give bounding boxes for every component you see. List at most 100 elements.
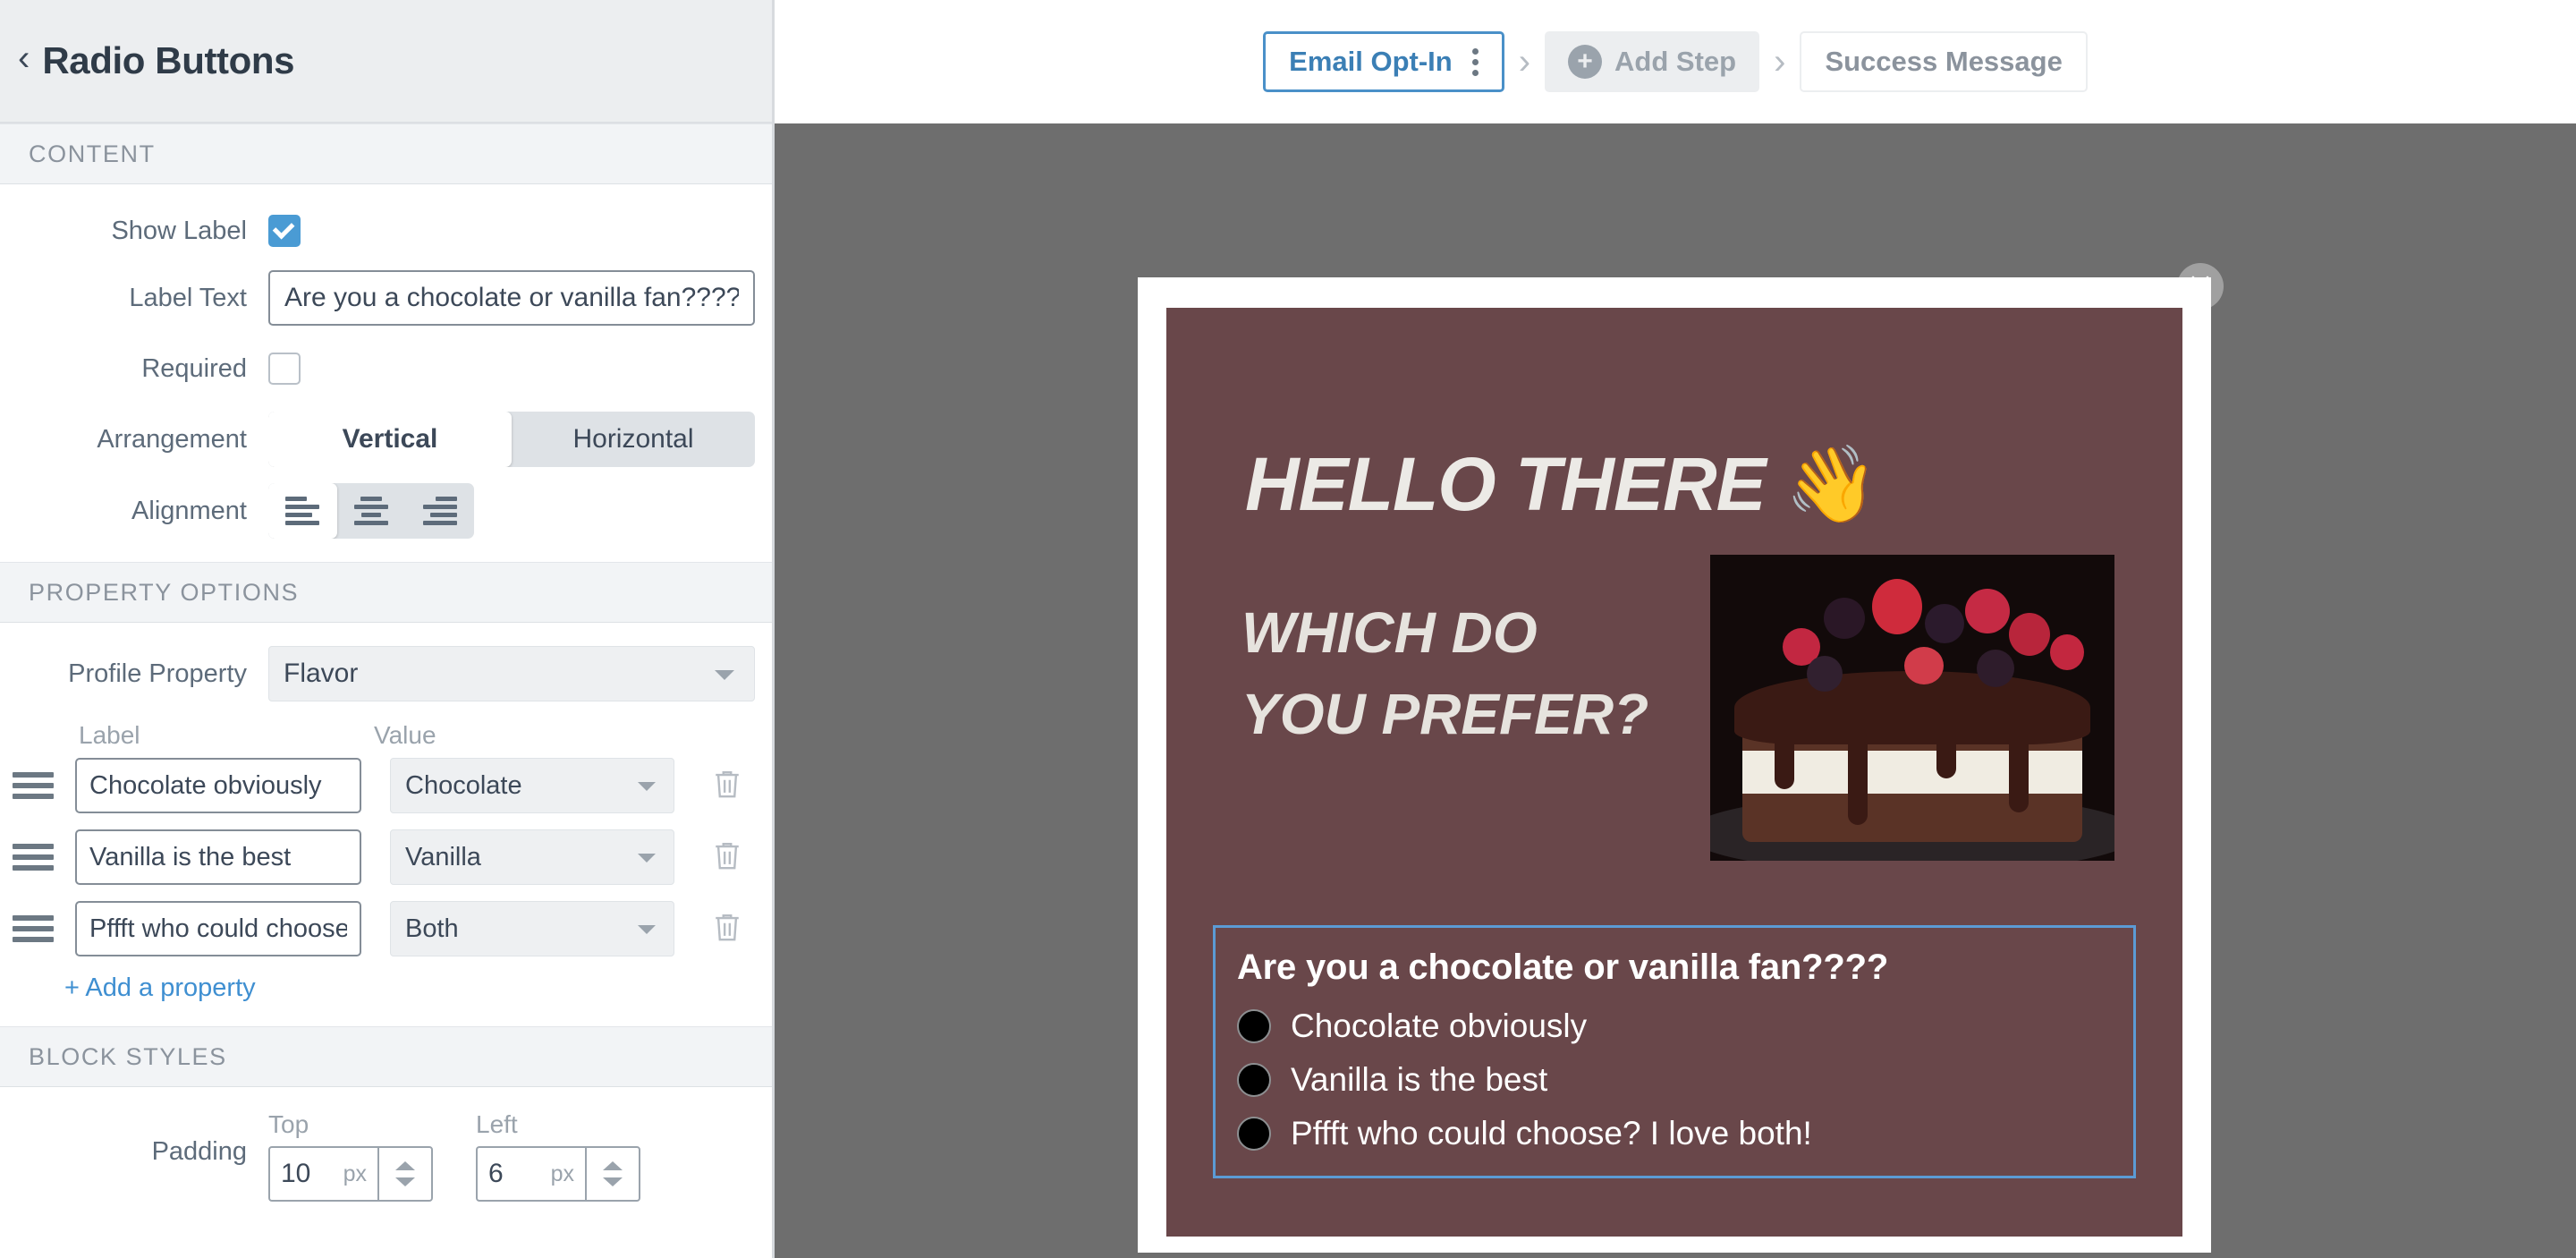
chevron-up-icon[interactable] [603,1161,623,1170]
show-label-checkbox[interactable] [268,215,301,247]
required-checkbox[interactable] [268,353,301,385]
step-separator-icon: › [1518,41,1531,81]
row-arrangement: Arrangement Vertical Horizontal [0,412,772,467]
kebab-menu-icon[interactable] [1471,47,1479,76]
property-value-select[interactable]: Both [390,901,674,956]
property-label-input[interactable] [75,829,361,885]
padding-left-caption: Left [476,1110,518,1138]
step-email-opt-in[interactable]: Email Opt-In [1263,31,1504,92]
chevron-left-icon[interactable]: ‹ [13,40,42,81]
property-row: Both [0,893,772,965]
add-property-link[interactable]: + Add a property [0,965,772,1026]
section-header-block-styles: BLOCK STYLES [0,1026,772,1087]
section-header-content: CONTENT [0,123,772,184]
step-separator-icon: › [1774,41,1786,81]
padding-label: Padding [151,1137,247,1166]
show-label-label: Show Label [111,216,247,245]
chevron-down-icon [638,854,656,863]
padding-top-caption: Top [268,1110,309,1138]
chevron-up-icon[interactable] [395,1161,415,1170]
property-value-select[interactable]: Chocolate [390,758,674,813]
step-success-message[interactable]: Success Message [1800,31,2088,92]
close-icon[interactable]: ✕ [2177,263,2224,310]
radio-option-label: Pffft who could choose? I love both! [1291,1115,1812,1152]
profile-property-value: Flavor [284,659,359,688]
padding-left-arrows[interactable] [585,1146,640,1202]
padding-left-stepper: 6 px [476,1146,640,1202]
radio-option[interactable]: Pffft who could choose? I love both! [1237,1115,2112,1152]
padding-top-stepper: 10 px [268,1146,433,1202]
row-label-text: Label Text [0,270,772,326]
steps-breadcrumb: Email Opt-In › + Add Step › Success Mess… [1263,31,2088,92]
trash-icon[interactable] [712,910,742,948]
popup-headline-text: HELLO THERE [1245,442,1767,526]
profile-property-select[interactable]: Flavor [268,646,755,701]
padding-left-value[interactable]: 6 [488,1159,504,1189]
radio-buttons-block[interactable]: Are you a chocolate or vanilla fan???? C… [1213,925,2136,1178]
property-value-text: Chocolate [405,770,522,800]
row-required: Required [0,342,772,395]
drag-handle-icon[interactable] [13,915,75,942]
chevron-down-icon [638,925,656,934]
align-right-button[interactable] [405,483,474,539]
align-center-button[interactable] [337,483,406,539]
preview-canvas: ✕ HELLO THERE 👋 WHICH DO YOU PREFER? Are… [775,123,2576,1258]
chevron-down-icon[interactable] [395,1177,415,1186]
required-label: Required [141,353,247,383]
label-text-label: Label Text [129,283,247,312]
step-label: Add Step [1614,46,1737,77]
radio-option[interactable]: Chocolate obviously [1237,1007,2112,1045]
padding-left-unit: px [550,1160,574,1186]
popup-headline: HELLO THERE 👋 [1245,440,1879,529]
property-table-header: Label Value [0,721,772,750]
page-title: Radio Buttons [42,39,295,81]
step-add-step[interactable]: + Add Step [1545,31,1760,92]
cake-image [1710,555,2114,861]
chevron-down-icon [715,670,734,680]
padding-top-value[interactable]: 10 [281,1159,310,1189]
popup-subheadline: WHICH DO YOU PREFER? [1241,600,1649,746]
property-value-text: Both [405,914,459,943]
section-label: BLOCK STYLES [29,1042,227,1070]
radio-question-label: Are you a chocolate or vanilla fan???? [1237,948,1889,987]
step-navigation-bar: Email Opt-In › + Add Step › Success Mess… [775,0,2576,123]
step-label: Email Opt-In [1289,46,1453,77]
property-label-input[interactable] [75,758,361,813]
padding-top-arrows[interactable] [377,1146,433,1202]
arrangement-label: Arrangement [97,424,247,454]
radio-dot-icon[interactable] [1237,1117,1271,1151]
step-label: Success Message [1825,46,2063,77]
section-header-property-options: PROPERTY OPTIONS [0,562,772,623]
property-label-input[interactable] [75,901,361,956]
chevron-down-icon [638,782,656,791]
radio-option[interactable]: Vanilla is the best [1237,1061,2112,1099]
radio-dot-icon[interactable] [1237,1063,1271,1097]
label-text-input[interactable] [268,270,755,326]
trash-icon[interactable] [712,838,742,877]
waving-hand-icon: 👋 [1784,442,1879,526]
padding-top-unit: px [343,1160,367,1186]
trash-icon[interactable] [712,767,742,805]
radio-dot-icon[interactable] [1237,1009,1271,1043]
drag-handle-icon[interactable] [13,772,75,799]
section-label: CONTENT [29,140,156,167]
arrangement-option-horizontal[interactable]: Horizontal [512,412,755,467]
column-header-value: Value [374,721,436,749]
popup-body: HELLO THERE 👋 WHICH DO YOU PREFER? Are y… [1166,308,2182,1237]
padding-top-group: Top 10 px [268,1110,433,1202]
radio-option-label: Chocolate obviously [1291,1007,1588,1044]
profile-property-label: Profile Property [68,659,247,688]
plus-circle-icon: + [1568,45,1603,79]
arrangement-option-vertical[interactable]: Vertical [268,412,512,467]
column-header-label: Label [79,721,140,749]
chevron-down-icon[interactable] [603,1177,623,1186]
align-left-button[interactable] [268,483,337,539]
drag-handle-icon[interactable] [13,844,75,871]
property-row: Chocolate [0,750,772,821]
arrangement-segmented-control: Vertical Horizontal [268,412,755,467]
align-center-icon [354,497,388,525]
section-label: PROPERTY OPTIONS [29,578,300,606]
alignment-label: Alignment [131,496,247,525]
property-value-select[interactable]: Vanilla [390,829,674,885]
property-row: Vanilla [0,821,772,893]
